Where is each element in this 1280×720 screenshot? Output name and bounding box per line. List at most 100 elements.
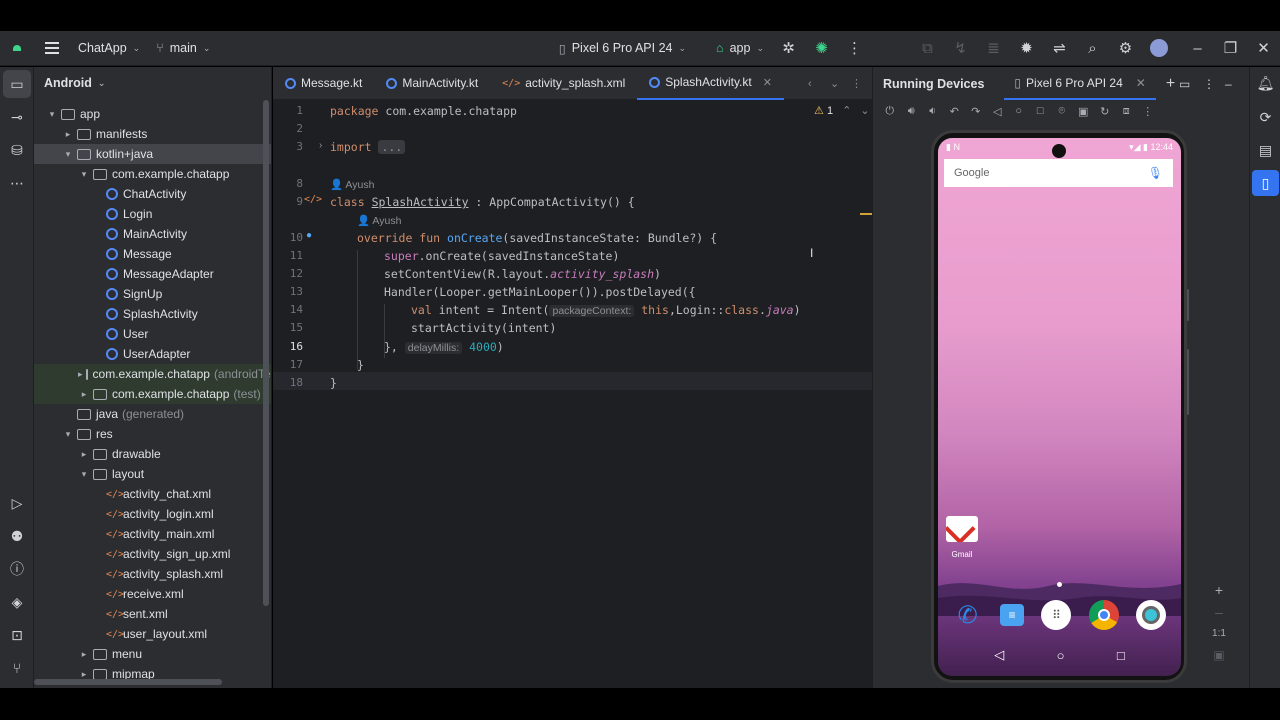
reset-icon[interactable]: ↻ — [1094, 105, 1116, 118]
screenshot-icon[interactable]: ⌾ — [1051, 105, 1073, 118]
main-menu-icon[interactable] — [34, 42, 70, 54]
tree-item[interactable]: ▾ res — [34, 424, 271, 444]
bug-icon[interactable]: ✹ — [1010, 31, 1043, 66]
power-icon[interactable]: ⏻ — [879, 105, 901, 118]
folded-imports[interactable]: ... — [378, 140, 406, 154]
project-scrollbar-horizontal[interactable] — [34, 679, 222, 685]
tree-item[interactable]: </> activity_sign_up.xml — [34, 544, 271, 564]
device-file-explorer-icon[interactable]: ▤ — [1252, 137, 1279, 163]
device-selector[interactable]: ▯ Pixel 6 Pro API 24 ⌄ — [551, 35, 694, 61]
screen-record-icon[interactable]: ▣ — [1073, 105, 1095, 118]
tree-item[interactable]: </> activity_splash.xml — [34, 564, 271, 584]
minimize-icon[interactable]: – — [1181, 31, 1214, 66]
more-icon[interactable]: ⋮ — [1137, 105, 1159, 118]
volume-down-icon[interactable]: 🔉︎ — [922, 105, 944, 118]
chevron-up-icon[interactable]: ⌃ — [842, 105, 851, 117]
chevron-right-icon[interactable]: ▸ — [78, 389, 90, 400]
debug-icon[interactable]: ✺ — [805, 31, 838, 66]
code-author-hint[interactable]: 👤 Ayush — [357, 214, 401, 227]
overview-icon[interactable]: □ — [1030, 105, 1052, 117]
profiler-icon[interactable]: ⇌ — [1043, 31, 1076, 66]
branch-selector[interactable]: ⑂ main ⌄ — [148, 35, 218, 61]
chrome-app-icon[interactable] — [1088, 600, 1119, 630]
code-area[interactable]: ⚠ 1 ⌃ ⌄ 1 2 3 8 9 10 11 12 13 14 15 16 1… — [273, 100, 872, 688]
chevron-down-icon[interactable]: ▾ — [78, 469, 90, 480]
tree-item[interactable]: ▾ com.example.chatapp — [34, 164, 271, 184]
user-avatar[interactable] — [1142, 31, 1175, 66]
tree-item[interactable]: MessageAdapter — [34, 264, 271, 284]
google-search-bar[interactable]: Google 🎙︎ — [944, 159, 1173, 187]
chevron-right-icon[interactable]: ▸ — [78, 669, 90, 680]
tab-list-icon[interactable]: ⌄ — [830, 67, 839, 100]
search-icon[interactable]: ⌕ — [1076, 31, 1109, 66]
chevron-down-icon[interactable]: ▾ — [78, 169, 90, 180]
tree-item[interactable]: ▸com.example.chatapp(androidTest) — [34, 364, 271, 384]
messages-app-icon[interactable]: ≡ — [1000, 604, 1025, 626]
nav-home-icon[interactable]: ○ — [1057, 648, 1065, 663]
volume-up-icon[interactable]: 🔊︎ — [901, 105, 923, 118]
more-tools-icon[interactable]: ⋯ — [3, 169, 31, 197]
chevron-down-icon[interactable]: ⌄ — [860, 105, 869, 117]
chevron-down-icon[interactable]: ▾ — [46, 109, 58, 120]
tree-item[interactable]: ChatActivity — [34, 184, 271, 204]
tab-activity-splash-xml[interactable]: </> activity_splash.xml — [490, 67, 637, 100]
tree-item[interactable]: ▸ drawable — [34, 444, 271, 464]
tab-splashactivity-kt[interactable]: SplashActivity.kt ✕ — [637, 67, 784, 100]
app-inspection-icon[interactable]: ⚉ — [3, 522, 31, 550]
chevron-down-icon[interactable]: ▾ — [62, 429, 74, 440]
tab-device[interactable]: ▯ Pixel 6 Pro API 24 ✕ — [1004, 67, 1156, 100]
running-devices-icon[interactable]: ▯ — [1252, 170, 1279, 196]
tree-item[interactable]: </> activity_chat.xml — [34, 484, 271, 504]
gmail-app[interactable]: Gmail — [946, 516, 978, 559]
chevron-down-icon[interactable]: ▾ — [62, 149, 74, 160]
sync-icon[interactable]: ⧉ — [911, 31, 944, 66]
tree-item[interactable]: ▸ manifests — [34, 124, 271, 144]
tab-more-icon[interactable]: ⋮ — [851, 67, 862, 100]
chevron-right-icon[interactable]: ▸ — [78, 369, 83, 380]
version-control-icon[interactable]: ⑂ — [3, 654, 31, 682]
add-device-icon[interactable]: + — [1166, 75, 1175, 93]
phone-app-icon[interactable]: ✆ — [953, 600, 983, 630]
project-view-selector[interactable]: Android ⌄ — [34, 67, 271, 99]
zoom-out-icon[interactable]: – — [1208, 604, 1230, 620]
warning-stripe[interactable] — [860, 213, 872, 215]
restore-icon[interactable]: ❐ — [1214, 31, 1247, 66]
tree-item[interactable]: UserAdapter — [34, 344, 271, 364]
tree-item[interactable]: ▾ kotlin+java — [34, 144, 271, 164]
override-gutter-icon[interactable]: ● — [306, 230, 312, 241]
project-selector[interactable]: ChatApp ⌄ — [70, 35, 148, 61]
tree-item[interactable]: SplashActivity — [34, 304, 271, 324]
tree-item[interactable]: </> activity_login.xml — [34, 504, 271, 524]
tree-item[interactable]: ▸ menu — [34, 644, 271, 664]
mic-icon[interactable]: 🎙︎ — [1148, 166, 1163, 180]
commit-icon[interactable]: ⊸ — [3, 103, 31, 131]
gradle-sync-icon[interactable]: ⟳ — [1252, 104, 1279, 130]
terminal-icon[interactable]: ⊡ — [3, 621, 31, 649]
zoom-actual-size[interactable]: 1:1 — [1208, 628, 1230, 639]
inspection-widget[interactable]: ⚠ 1 ⌃ ⌄ — [814, 104, 870, 117]
notifications-icon[interactable]: 🔔︎ — [1252, 70, 1279, 96]
tree-item[interactable]: Login — [34, 204, 271, 224]
chevron-right-icon[interactable]: ▸ — [62, 129, 74, 140]
tree-item[interactable]: User — [34, 324, 271, 344]
close-tab-icon[interactable]: ✕ — [763, 76, 772, 89]
rotate-right-icon[interactable]: ↷ — [965, 105, 987, 118]
problems-icon[interactable]: ⓘ — [3, 555, 31, 583]
device-manager-icon[interactable]: ↯ — [944, 31, 977, 66]
zoom-fit-icon[interactable]: ▣ — [1208, 648, 1230, 662]
layout-icon[interactable]: ▭ — [1179, 77, 1190, 91]
camera-app-icon[interactable] — [1136, 600, 1167, 630]
chevron-right-icon[interactable]: ▸ — [78, 449, 90, 460]
app-drawer-icon[interactable]: ⠿ — [1041, 600, 1072, 630]
tree-item[interactable]: </> user_layout.xml — [34, 624, 271, 644]
phone-screen[interactable]: ▮ N ▾◢ ▮ 12:44 Google 🎙︎ Gmail ✆ ≡ ⠿ ◁ ○… — [938, 138, 1181, 676]
run-config-selector[interactable]: ⌂ app ⌄ — [708, 35, 772, 61]
project-folder-icon[interactable]: ▭ — [3, 70, 31, 98]
more-actions-icon[interactable]: ⋮ — [838, 31, 871, 66]
rotate-left-icon[interactable]: ↶ — [944, 105, 966, 118]
tree-item[interactable]: java (generated) — [34, 404, 271, 424]
gradle-icon[interactable]: ◈ — [3, 588, 31, 616]
run-icon[interactable]: ▷ — [3, 489, 31, 517]
mirror-icon[interactable]: ⧈ — [1116, 105, 1138, 118]
tree-item[interactable]: Message — [34, 244, 271, 264]
